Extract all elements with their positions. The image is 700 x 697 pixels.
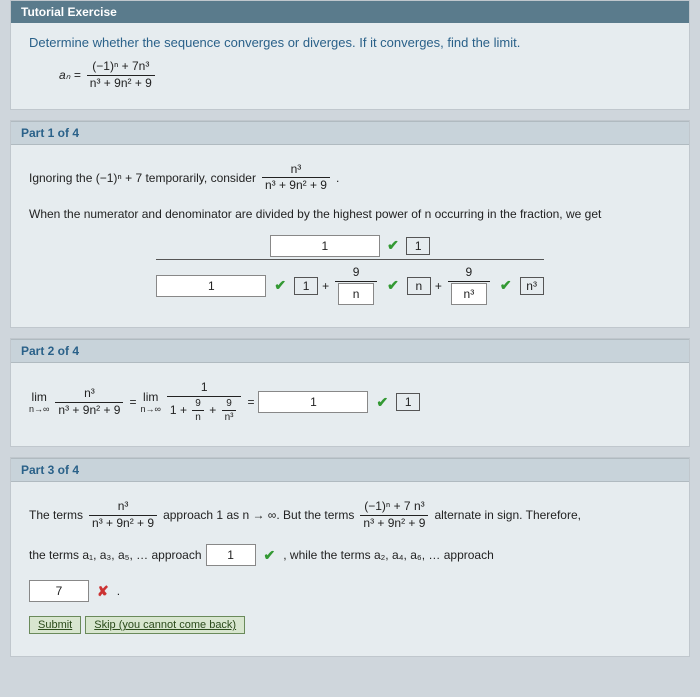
part1-cons-den: n³ + 9n² + 9	[262, 178, 330, 193]
equals-symbol: =	[129, 395, 136, 409]
part1-text2: When the numerator and denominator are d…	[29, 207, 671, 221]
dot-text: .	[117, 584, 120, 598]
tutorial-prompt: Determine whether the sequence converges…	[29, 35, 671, 50]
plus-symbol: +	[322, 279, 329, 293]
check-icon: ✔	[260, 547, 280, 564]
part2-frac-num: n³	[55, 387, 123, 403]
part2-lhs-frac: n³ n³ + 9n² + 9	[55, 387, 123, 418]
part3-frac2-num: (−1)ⁿ + 7 n³	[360, 500, 428, 516]
lim-sub: n→∞	[140, 404, 160, 414]
part3-label: Part 3 of 4	[11, 458, 689, 482]
rhs-den-frac2: 9 n³	[222, 398, 237, 424]
denom-input-1[interactable]: 1	[156, 275, 266, 297]
part3-text2: approach 1 as n → ∞. But the terms	[163, 508, 354, 522]
part1-cons-num: n³	[262, 163, 330, 179]
numerator-ref-box: 1	[406, 237, 430, 255]
part3-frac2: (−1)ⁿ + 7 n³ n³ + 9n² + 9	[360, 500, 428, 531]
check-icon: ✔	[383, 237, 403, 254]
denom-term3: 9 n³	[448, 266, 490, 305]
an-label: aₙ =	[59, 68, 81, 82]
numerator-input[interactable]: 1	[270, 235, 380, 257]
part1-label: Part 1 of 4	[11, 121, 689, 145]
denom-term2: 9 n	[335, 266, 377, 305]
part3-text3: alternate in sign. Therefore,	[434, 508, 581, 522]
part2-answer-input[interactable]: 1	[258, 391, 368, 413]
rhs-num: 1	[167, 381, 242, 397]
part3-text5: , while the terms a₂, a₄, a₆, … approach	[283, 548, 494, 562]
nine-label: 9	[335, 266, 377, 282]
tutorial-header: Tutorial Exercise	[11, 1, 689, 23]
plus-symbol: +	[180, 403, 187, 417]
denom-ref-box-1: 1	[294, 277, 318, 295]
part3-frac1-den: n³ + 9n² + 9	[89, 516, 157, 531]
lim-sub: n→∞	[29, 404, 49, 414]
part1-text1: Ignoring the (−1)ⁿ + 7 temporarily, cons…	[29, 171, 256, 185]
part3-frac2-den: n³ + 9n² + 9	[360, 516, 428, 531]
check-icon: ✔	[372, 394, 392, 411]
part2-label: Part 2 of 4	[11, 339, 689, 363]
rhs-den-1: 1	[170, 403, 177, 417]
check-icon: ✔	[383, 277, 403, 294]
lim-text: lim n→∞	[140, 390, 160, 414]
denom-input-3[interactable]: n³	[451, 283, 487, 305]
seq-denominator: n³ + 9n² + 9	[87, 76, 155, 91]
denom-ref-box-2: n	[407, 277, 431, 295]
sequence-formula: (−1)ⁿ + 7n³ n³ + 9n² + 9	[87, 60, 155, 91]
part2-answer-ref-box: 1	[396, 393, 420, 411]
denom-ref-box-3: n³	[520, 277, 544, 295]
equals-symbol: =	[247, 395, 254, 409]
odd-terms-input[interactable]: 1	[206, 544, 256, 566]
part3-frac1-num: n³	[89, 500, 157, 516]
lim-label: lim	[29, 390, 49, 404]
part3-frac1: n³ n³ + 9n² + 9	[89, 500, 157, 531]
part2-rhs-frac: 1 1 + 9 n + 9 n³	[167, 381, 242, 424]
denom-input-2[interactable]: n	[338, 283, 374, 305]
part1-big-fraction: 1 ✔ 1 1 ✔ 1 + 9 n	[156, 235, 543, 311]
part1-consider-frac: n³ n³ + 9n² + 9	[262, 163, 330, 194]
rhs-den-frac1: 9 n	[192, 398, 204, 424]
part3-text1: The terms	[29, 508, 83, 522]
check-icon: ✔	[270, 277, 290, 294]
check-icon: ✔	[496, 277, 516, 294]
cross-icon: ✘	[93, 583, 113, 600]
part3-text4: the terms a₁, a₃, a₅, … approach	[29, 548, 202, 562]
lim-text: lim n→∞	[29, 390, 49, 414]
nine-label: 9	[448, 266, 490, 282]
skip-button[interactable]: Skip (you cannot come back)	[85, 616, 245, 634]
even-terms-input[interactable]: 7	[29, 580, 89, 602]
plus-symbol: +	[209, 403, 216, 417]
part2-frac-den: n³ + 9n² + 9	[55, 403, 123, 418]
plus-symbol: +	[435, 279, 442, 293]
seq-numerator: (−1)ⁿ + 7n³	[87, 60, 155, 76]
lim-label: lim	[140, 390, 160, 404]
submit-button[interactable]: Submit	[29, 616, 81, 634]
